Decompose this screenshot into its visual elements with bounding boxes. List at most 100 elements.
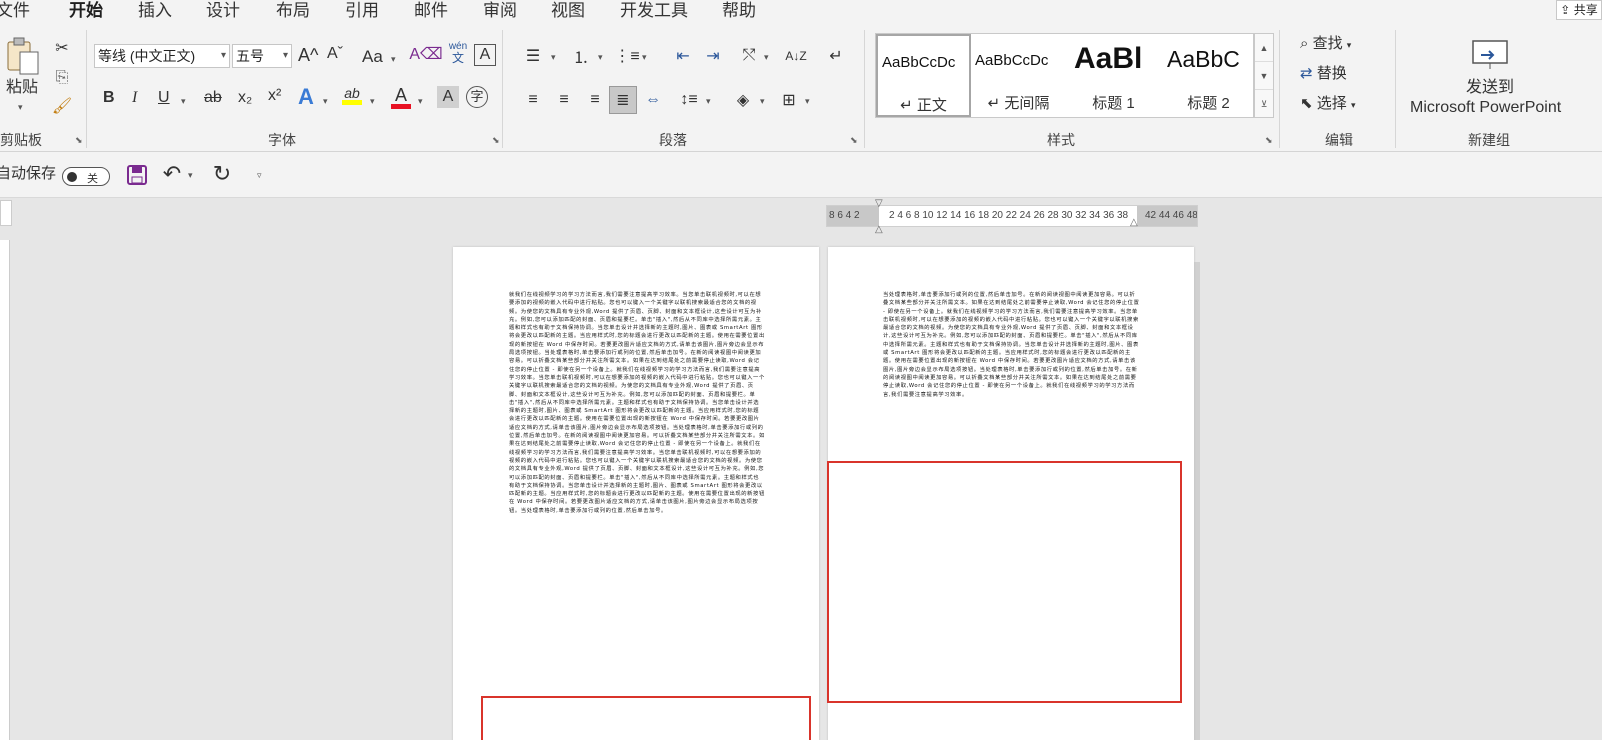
chevron-down-icon[interactable]: ▾ (370, 96, 375, 107)
powerpoint-icon[interactable] (1470, 38, 1510, 72)
chevron-down-icon[interactable]: ▾ (642, 52, 647, 63)
chevron-down-icon[interactable]: ▾ (323, 96, 328, 107)
scroll-down-icon[interactable]: ▼ (1255, 62, 1273, 90)
toggle-state: 关 (87, 173, 98, 185)
bold-button[interactable]: B (103, 90, 115, 106)
tab-review[interactable]: 审阅 (483, 0, 517, 21)
enclose-characters-button[interactable]: 字 (466, 86, 488, 108)
highlight-box-page-1 (481, 696, 811, 740)
subscript-button[interactable]: x₂ (238, 90, 252, 106)
share-button[interactable]: ⇪ 共享 (1556, 0, 1602, 20)
chevron-down-icon[interactable]: ▾ (760, 96, 765, 107)
strikethrough-button[interactable]: ab (204, 90, 222, 106)
style-sample: AaBbC (1167, 46, 1240, 72)
sort-icon[interactable]: A↓Z (783, 44, 809, 68)
shrink-font-button[interactable]: Aˇ (327, 46, 343, 62)
italic-button[interactable]: I (132, 90, 137, 106)
highlight-button[interactable]: ab (342, 86, 362, 105)
scroll-up-icon[interactable]: ▲ (1255, 34, 1273, 62)
font-launcher-icon[interactable]: ⬊ (492, 135, 500, 146)
paste-icon[interactable] (2, 36, 42, 76)
right-indent-marker-icon[interactable]: △ (1130, 217, 1138, 228)
font-color-button[interactable]: A (391, 86, 411, 109)
chevron-down-icon[interactable]: ▾ (418, 96, 423, 107)
superscript-button[interactable]: x² (268, 88, 281, 104)
save-icon[interactable] (125, 163, 149, 187)
font-size-select[interactable]: 五号 ▾ (232, 44, 292, 68)
numbering-icon[interactable]: ⒈ (568, 44, 594, 68)
copy-icon[interactable]: ⎘ (50, 66, 74, 90)
ruler-toggle[interactable] (0, 200, 12, 226)
redo-icon[interactable]: ↻ (210, 161, 234, 186)
shading-icon[interactable]: ◈ (730, 88, 756, 112)
borders-icon[interactable]: ⊞ (776, 88, 802, 112)
ruler-overflow-numbers: 42 44 46 48 (1145, 210, 1198, 221)
first-indent-marker-icon[interactable]: ▽ (875, 198, 883, 209)
autosave-toggle[interactable]: 关 (62, 167, 110, 186)
tab-layout[interactable]: 布局 (276, 0, 310, 21)
bullets-icon[interactable]: ☰ (520, 44, 546, 68)
clear-format-icon[interactable]: A⌫ (409, 42, 442, 66)
tab-references[interactable]: 引用 (345, 0, 379, 21)
find-button[interactable]: ⌕ 查找 ▾ (1300, 36, 1351, 51)
send-to-label[interactable]: 发送到 (1466, 80, 1514, 96)
tab-view[interactable]: 视图 (551, 0, 585, 21)
chevron-down-icon[interactable]: ▾ (706, 96, 711, 107)
customize-qat-icon[interactable]: ▿ (257, 170, 262, 181)
hanging-indent-marker-icon[interactable]: △ (875, 224, 883, 235)
paragraph-launcher-icon[interactable]: ⬊ (850, 135, 858, 146)
text-effects-button[interactable]: A (298, 86, 314, 108)
document-page-1[interactable]: 就我们在线视频学习的学习方法而言,我们需要注意提高学习效率。当您单击联机视频时,… (453, 247, 819, 740)
select-button[interactable]: ⬉ 选择 ▾ (1300, 96, 1355, 111)
style-heading-2[interactable]: AaBbC 标题 2 (1161, 34, 1256, 117)
tab-mailings[interactable]: 邮件 (414, 0, 448, 21)
line-spacing-icon[interactable]: ↕≡ (676, 88, 702, 112)
change-case-button[interactable]: Aa (362, 48, 383, 65)
phonetic-guide-button[interactable]: wén 文 (447, 42, 469, 65)
quick-access-toolbar: 自动保存 关 ↶ ▾ ↻ ▿ (0, 152, 1602, 198)
paste-label[interactable]: 粘贴 (6, 80, 38, 96)
tab-developer[interactable]: 开发工具 (620, 0, 688, 21)
font-name-select[interactable]: 等线 (中文正文) ▾ (94, 44, 230, 68)
chevron-down-icon[interactable]: ▾ (805, 96, 810, 107)
chevron-down-icon[interactable]: ▾ (391, 54, 396, 65)
paste-dropdown-icon[interactable]: ▾ (18, 102, 23, 113)
send-target-label[interactable]: Microsoft PowerPoint (1410, 100, 1561, 116)
more-styles-icon[interactable]: ⊻ (1255, 90, 1273, 118)
styles-launcher-icon[interactable]: ⬊ (1265, 135, 1273, 146)
style-normal[interactable]: AaBbCcDc ↵ 正文 (876, 34, 971, 117)
undo-icon[interactable]: ↶ (160, 161, 184, 186)
chevron-down-icon[interactable]: ▾ (181, 96, 186, 107)
style-no-spacing[interactable]: AaBbCcDc ↵ 无间隔 (971, 34, 1066, 117)
show-marks-icon[interactable]: ↵ (823, 44, 849, 68)
tab-help[interactable]: 帮助 (722, 0, 756, 21)
align-left-icon[interactable]: ≡ (520, 88, 546, 112)
increase-indent-icon[interactable]: ⇥ (700, 44, 726, 68)
clipboard-launcher-icon[interactable]: ⬊ (75, 135, 83, 146)
character-shading-button[interactable]: A (437, 86, 459, 108)
cut-icon[interactable]: ✂ (50, 36, 74, 60)
chevron-down-icon[interactable]: ▾ (764, 52, 769, 63)
decrease-indent-icon[interactable]: ⇤ (670, 44, 696, 68)
underline-button[interactable]: U (158, 90, 170, 106)
justify-icon[interactable]: ≣ (609, 86, 637, 114)
format-painter-icon[interactable]: 🖌 (50, 94, 74, 118)
chevron-down-icon[interactable]: ▾ (188, 170, 193, 181)
chevron-down-icon[interactable]: ▾ (551, 52, 556, 63)
tab-design[interactable]: 设计 (206, 0, 240, 21)
tab-home[interactable]: 开始 (69, 0, 103, 25)
grow-font-button[interactable]: A^ (298, 46, 318, 64)
character-border-button[interactable]: A (474, 44, 496, 66)
align-center-icon[interactable]: ≡ (551, 88, 577, 112)
page-2-body-text[interactable]: 当处理表格时,单击要添加行或列的位置,然后单击加号。在新的阅读视图中阅读更加容易… (883, 291, 1141, 399)
asian-layout-icon[interactable]: ⤲ (736, 44, 762, 68)
chevron-down-icon[interactable]: ▾ (598, 52, 603, 63)
style-heading-1[interactable]: AaBl 标题 1 (1066, 34, 1161, 117)
replace-button[interactable]: ⇄ 替换 (1300, 66, 1347, 81)
tab-file[interactable]: 文件 (0, 0, 30, 21)
multilevel-list-icon[interactable]: ⋮≡ (614, 44, 640, 68)
tab-insert[interactable]: 插入 (138, 0, 172, 21)
page-1-body-text[interactable]: 就我们在线视频学习的学习方法而言,我们需要注意提高学习效率。当您单击联机视频时,… (509, 291, 765, 515)
distributed-icon[interactable]: ⇔ (640, 88, 666, 112)
align-right-icon[interactable]: ≡ (582, 88, 608, 112)
